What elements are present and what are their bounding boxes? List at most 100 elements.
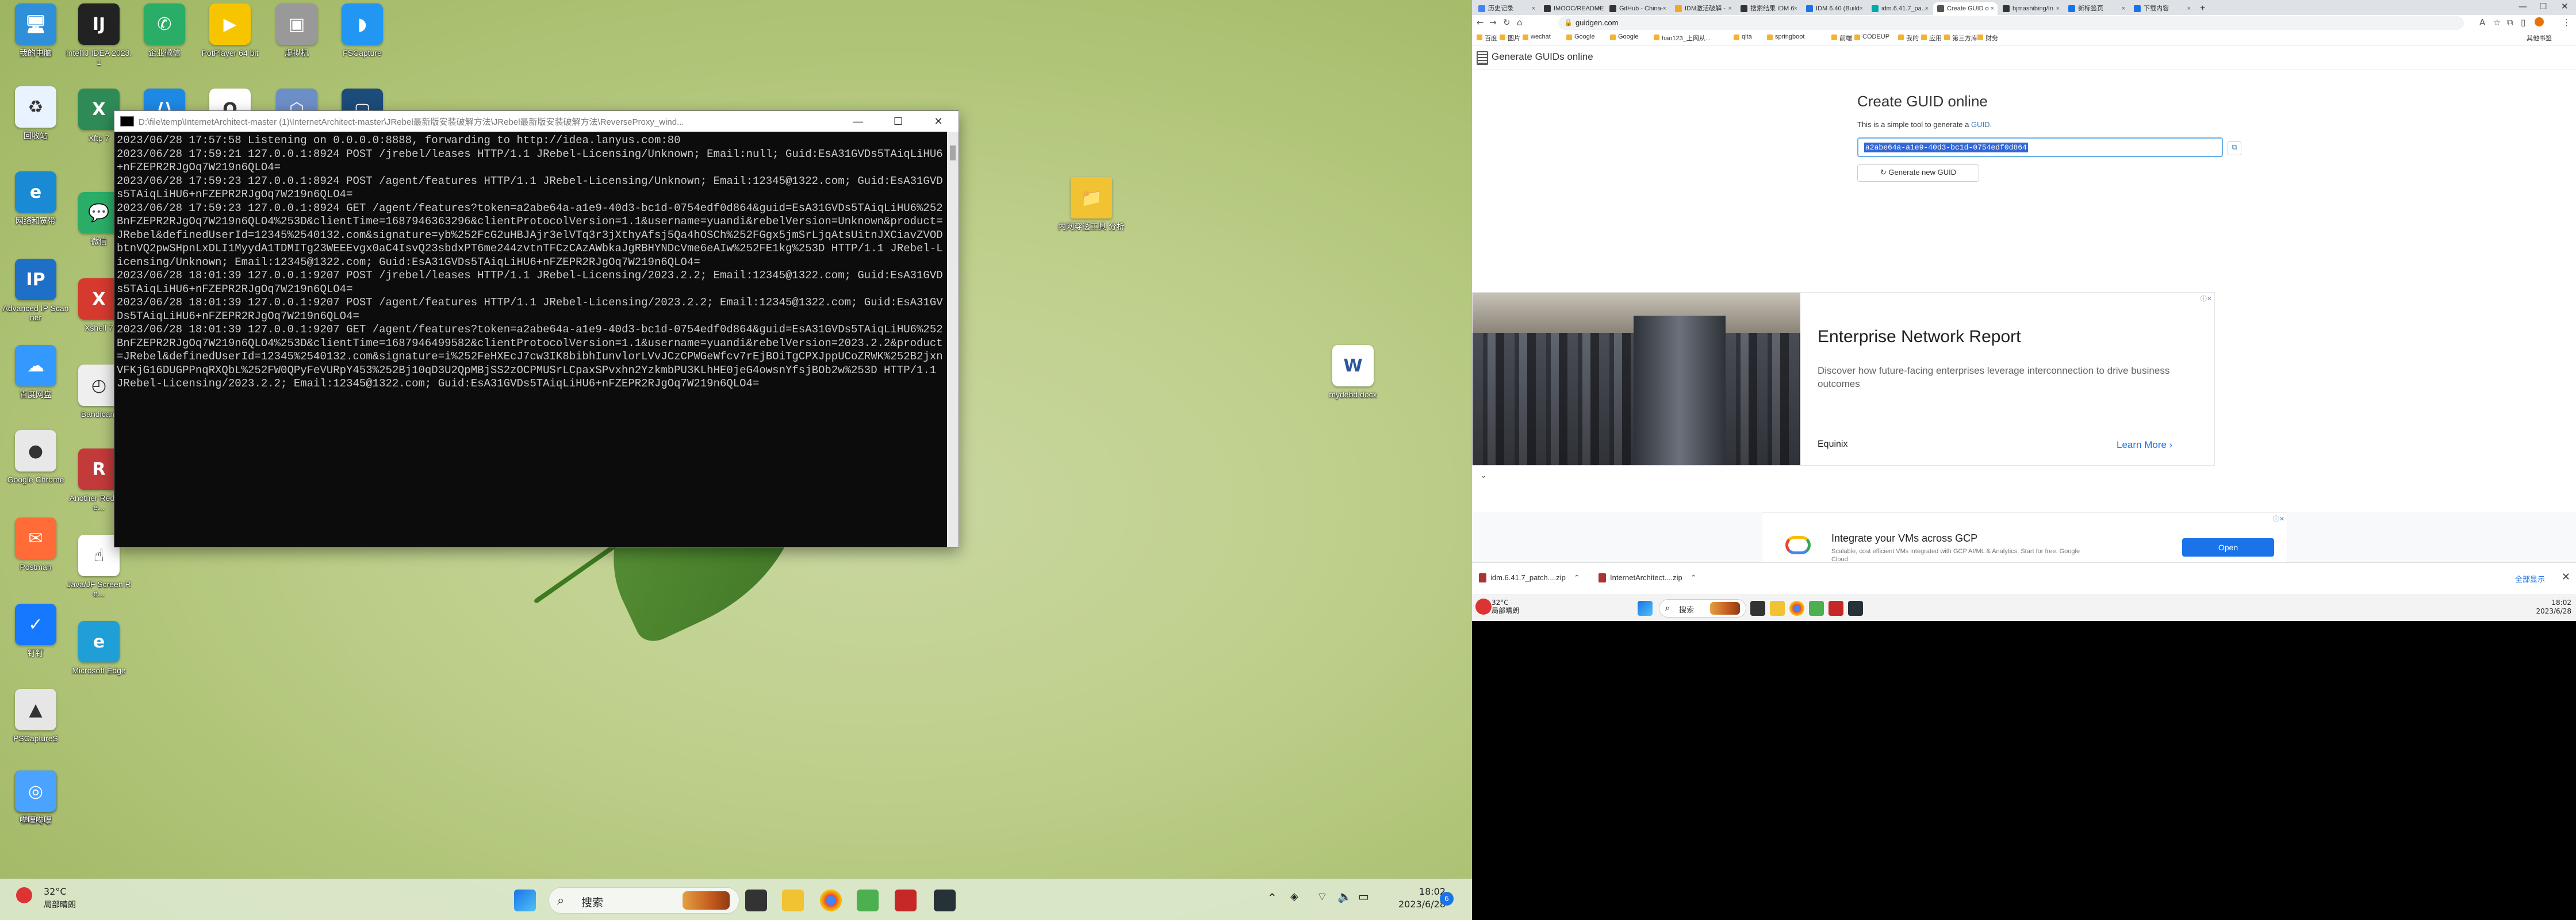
- console-window[interactable]: D:\file\temp\InternetArchitect-master (1…: [114, 110, 959, 547]
- taskbar-time[interactable]: 18:02: [1382, 886, 1446, 897]
- ad-close-icon[interactable]: ⓘ✕: [2201, 294, 2212, 303]
- console-taskbar-icon[interactable]: [934, 890, 956, 911]
- volume-icon[interactable]: 🔈: [1337, 890, 1352, 903]
- address-bar[interactable]: 🔒 guidgen.com: [1558, 16, 2464, 30]
- extension-icon[interactable]: A: [2479, 17, 2485, 28]
- bookmark-item[interactable]: 财务: [1977, 33, 1998, 43]
- file-explorer-icon[interactable]: [1770, 601, 1785, 616]
- weather-desc[interactable]: 局部晴朗: [44, 899, 76, 910]
- bookmark-item[interactable]: 第三方库: [1944, 33, 1977, 43]
- chrome-taskbar-icon[interactable]: [1789, 601, 1804, 616]
- desktop-icon[interactable]: ▶ PotPlayer 64 bit: [195, 3, 264, 57]
- wifi-icon[interactable]: ⌔: [1317, 890, 1328, 904]
- generate-guid-button[interactable]: ↻ Generate new GUID: [1857, 164, 1979, 182]
- bookmark-item[interactable]: 应用: [1921, 33, 1942, 43]
- ad-banner[interactable]: Enterprise Network Report Discover how f…: [1472, 292, 2215, 466]
- show-all-downloads-link[interactable]: 全部显示: [2515, 573, 2545, 584]
- tab-close-icon[interactable]: ×: [2056, 2, 2060, 15]
- desktop-icon[interactable]: 🖥 我的电脑: [1, 3, 70, 57]
- desktop-icon[interactable]: IP Advanced IP Scanner: [1, 259, 70, 322]
- desktop-icon[interactable]: ◗ FSCapture: [328, 3, 397, 57]
- tab-close-icon[interactable]: ×: [1532, 2, 1535, 15]
- chrome-taskbar-icon[interactable]: [820, 890, 842, 911]
- browser-close-button[interactable]: ✕: [2561, 1, 2569, 12]
- bookmark-item[interactable]: hao123_上网从...: [1654, 33, 1711, 43]
- home-icon[interactable]: ⌂: [1517, 17, 1523, 28]
- close-downloads-icon[interactable]: ✕: [2562, 571, 2570, 583]
- desktop-icon[interactable]: ♻ 回收站: [1, 86, 70, 140]
- app-taskbar-icon[interactable]: [857, 890, 879, 911]
- tray-app-icon[interactable]: ◈: [1290, 891, 1298, 903]
- show-hidden-icons-icon[interactable]: ⌃: [1267, 891, 1277, 904]
- learn-more-link[interactable]: Learn More ›: [2117, 439, 2172, 451]
- task-view-icon[interactable]: [745, 890, 767, 911]
- bookmark-item[interactable]: springboot: [1767, 33, 1804, 40]
- download-item[interactable]: idm.6.41.7_patch....zip ⌃: [1479, 573, 1580, 582]
- weather-icon[interactable]: [16, 887, 32, 903]
- idea-taskbar-icon[interactable]: [1828, 601, 1843, 616]
- tab[interactable]: bjmashibing/In ×: [1999, 2, 2063, 15]
- desktop-icon[interactable]: ▣ 虚拟机: [262, 3, 331, 57]
- bookmark-item[interactable]: Google: [1610, 33, 1638, 40]
- tab-close-icon[interactable]: ×: [2122, 2, 2125, 15]
- profile-avatar[interactable]: [2535, 17, 2544, 26]
- browser-maximize-button[interactable]: ☐: [2539, 1, 2547, 12]
- open-button[interactable]: Open: [2182, 538, 2274, 557]
- console-titlebar[interactable]: D:\file\temp\InternetArchitect-master (1…: [114, 111, 959, 132]
- tab-close-icon[interactable]: ×: [1925, 2, 1929, 15]
- forward-icon[interactable]: →: [1489, 17, 1497, 28]
- sidebar-icon[interactable]: ▯: [2521, 17, 2525, 28]
- copy-icon[interactable]: ⧉: [2228, 141, 2241, 155]
- desktop-icon[interactable]: ✆ 企业微信: [130, 3, 199, 57]
- new-tab-button[interactable]: +: [2195, 2, 2210, 15]
- tab[interactable]: idm.6.41.7_pa... ×: [1868, 2, 1932, 15]
- notification-badge[interactable]: 6: [1440, 892, 1454, 906]
- tab[interactable]: 下载内容 ×: [2130, 2, 2194, 15]
- tab[interactable]: 新标签页 ×: [2064, 2, 2129, 15]
- ad-close-icon[interactable]: ⓘ✕: [2273, 514, 2284, 523]
- tab-close-icon[interactable]: ×: [1663, 2, 1666, 15]
- tab-close-icon[interactable]: ×: [1728, 2, 1732, 15]
- desktop-icon[interactable]: ◎ 哔哩哔哩: [1, 770, 70, 825]
- back-icon[interactable]: ←: [1477, 17, 1484, 28]
- taskbar-clock[interactable]: 18:02 2023/6/28: [2536, 599, 2571, 616]
- tab[interactable]: IDM激活破解 - ×: [1671, 2, 1735, 15]
- tab-close-icon[interactable]: ×: [1991, 2, 1994, 15]
- desktop-icon[interactable]: ▲ PSCaptureS: [1, 689, 70, 743]
- task-view-icon[interactable]: [1750, 601, 1765, 616]
- maximize-button[interactable]: ☐: [878, 116, 918, 128]
- browser-minimize-button[interactable]: —: [2518, 1, 2527, 12]
- bookmark-item[interactable]: 百度: [1477, 33, 1497, 43]
- desktop-icon[interactable]: ✉ Postman: [1, 518, 70, 572]
- tab-close-icon[interactable]: ×: [1860, 2, 1863, 15]
- bookmark-item[interactable]: 图片: [1500, 33, 1520, 43]
- console-taskbar-icon[interactable]: [1848, 601, 1863, 616]
- desktop-icon[interactable]: ☁ 百度网盘: [1, 345, 70, 399]
- guid-field[interactable]: a2abe64a-a1e9-40d3-bc1d-0754edf0d864: [1857, 137, 2223, 157]
- desktop-icon[interactable]: IJ IntelliJ IDEA 2023.1: [64, 3, 133, 67]
- desktop-folder[interactable]: 📁 内网穿透工具 分析: [1057, 177, 1126, 231]
- console-scrollbar[interactable]: [947, 132, 959, 547]
- start-button-icon[interactable]: [1638, 601, 1653, 616]
- guid-link[interactable]: GUID: [1971, 120, 1990, 129]
- desktop-docx[interactable]: W mydebd.docx: [1318, 345, 1387, 399]
- idea-taskbar-icon[interactable]: [895, 890, 917, 911]
- tab[interactable]: IMOOC/README ×: [1540, 2, 1604, 15]
- bookmark-item[interactable]: 我的: [1898, 33, 1919, 43]
- weather-widget[interactable]: 32°C 局部晴朗: [1492, 599, 1519, 615]
- desktop-icon[interactable]: ● Google Chrome: [1, 430, 70, 484]
- tab[interactable]: GitHub - China- ×: [1605, 2, 1670, 15]
- taskbar-search[interactable]: ⌕ 搜索: [1659, 599, 1746, 618]
- bookmark-star-icon[interactable]: ☆: [2493, 17, 2501, 28]
- tab[interactable]: 搜索结果 IDM 6 ×: [1736, 2, 1801, 15]
- taskbar-search[interactable]: ⌕ 搜索: [549, 887, 739, 914]
- tab-close-icon[interactable]: ×: [2187, 2, 2191, 15]
- collapse-chevron-icon[interactable]: ⌄: [1480, 471, 1487, 480]
- weather-icon[interactable]: [1475, 599, 1492, 615]
- file-explorer-icon[interactable]: [782, 890, 804, 911]
- scrollbar-thumb[interactable]: [950, 145, 956, 160]
- bookmark-item[interactable]: Google: [1566, 33, 1594, 40]
- bookmark-item[interactable]: qlta: [1734, 33, 1752, 40]
- console-body[interactable]: 2023/06/28 17:57:58 Listening on 0.0.0.0…: [114, 132, 959, 547]
- extensions-puzzle-icon[interactable]: ⧉: [2507, 17, 2513, 28]
